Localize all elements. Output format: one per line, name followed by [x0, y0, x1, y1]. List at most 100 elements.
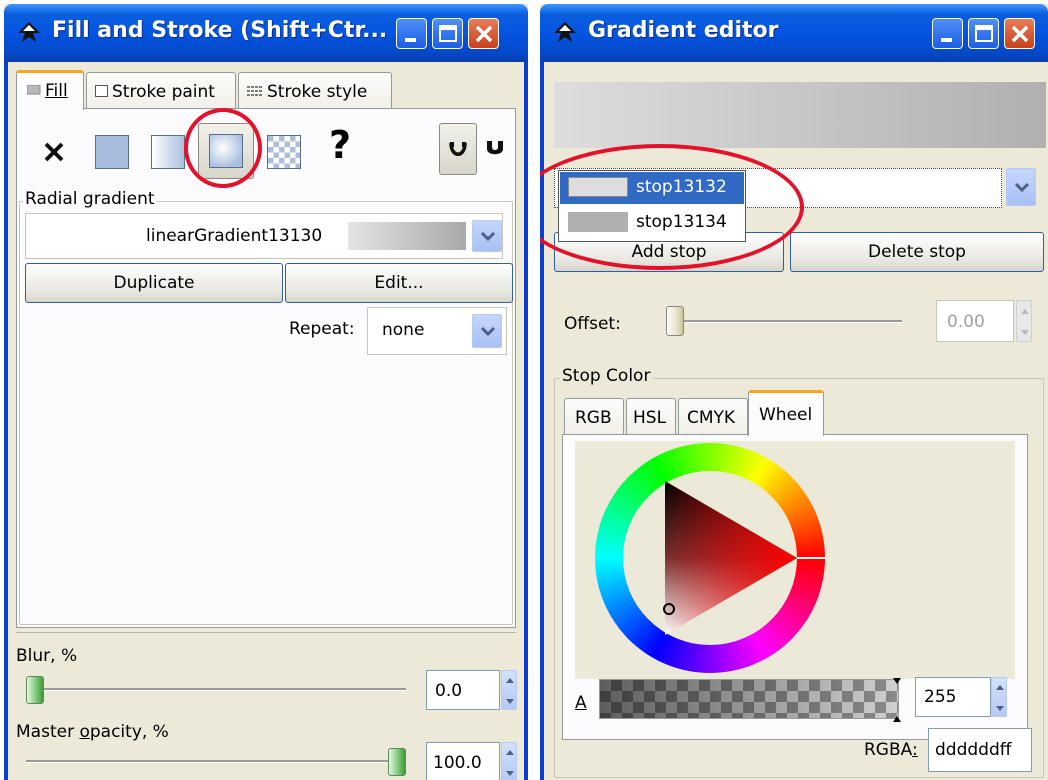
- chevron-down-icon: [1014, 182, 1030, 193]
- stop-name: stop13132: [636, 177, 727, 197]
- pattern-button[interactable]: [267, 135, 301, 169]
- spin-arrows-icon: [506, 750, 514, 776]
- offset-slider-thumb[interactable]: [666, 306, 684, 336]
- alpha-input[interactable]: 255: [915, 677, 991, 717]
- wheel-panel: A 255: [562, 434, 1028, 740]
- gradient-preview: [348, 222, 466, 250]
- alpha-label: A: [575, 693, 587, 713]
- tab-hsl[interactable]: HSL: [626, 398, 676, 436]
- tab-cmyk[interactable]: CMYK: [678, 398, 748, 436]
- minimize-button[interactable]: [396, 18, 427, 49]
- opacity-slider-thumb[interactable]: [388, 748, 406, 776]
- stop-item-13134[interactable]: stop13134: [560, 206, 744, 240]
- duplicate-label: Duplicate: [113, 273, 195, 293]
- stroke-style-tab-icon: [247, 86, 263, 96]
- linear-gradient-button[interactable]: [151, 135, 185, 169]
- color-triangle[interactable]: [595, 443, 825, 673]
- fill-tab-icon: [27, 85, 41, 95]
- maximize-icon: [439, 25, 457, 42]
- stop-dropdown-button[interactable]: [1006, 168, 1036, 206]
- opacity-input[interactable]: 100.0: [426, 742, 500, 780]
- blur-value: 0.0: [435, 681, 463, 701]
- stop-color-swatch: [568, 177, 628, 197]
- alpha-slider[interactable]: [599, 678, 901, 722]
- close-button[interactable]: [1004, 18, 1035, 49]
- offset-spinner: [1016, 300, 1032, 342]
- stop-item-13132[interactable]: stop13132: [560, 172, 744, 204]
- minimize-button[interactable]: [932, 18, 963, 49]
- frame-left: [4, 62, 8, 780]
- fill-rule-nonzero-icon[interactable]: [485, 139, 505, 159]
- delete-stop-label: Delete stop: [868, 242, 966, 262]
- repeat-label: Repeat:: [289, 319, 355, 339]
- tab-stroke-paint-label: Stroke paint: [112, 82, 215, 102]
- tab-wheel-label: Wheel: [759, 405, 813, 425]
- separator: [16, 632, 516, 633]
- gradient-select[interactable]: linearGradient13130: [25, 213, 503, 259]
- tab-stroke-style-label: Stroke style: [267, 82, 368, 102]
- tab-hsl-label: HSL: [633, 408, 667, 428]
- tab-stroke-style[interactable]: Stroke style: [238, 72, 392, 110]
- close-button[interactable]: [468, 18, 499, 49]
- gradient-editor-title: Gradient editor: [588, 18, 779, 43]
- minimize-icon: [941, 38, 952, 42]
- offset-input: 0.00: [936, 300, 1014, 342]
- spin-arrows-icon: [506, 678, 514, 704]
- fill-stroke-window: Fill and Stroke (Shift+Ctr... Fill Strok…: [4, 4, 528, 780]
- offset-label: Offset:: [564, 314, 621, 334]
- radial-gradient-button[interactable]: [198, 123, 254, 179]
- alpha-thumb-icon: [893, 678, 901, 722]
- gradient-editor-titlebar[interactable]: Gradient editor: [540, 4, 1048, 62]
- chevron-down-icon: [480, 231, 496, 242]
- alpha-spinner[interactable]: [991, 677, 1007, 717]
- gradient-preview-bar: [554, 82, 1046, 148]
- tab-stroke-paint[interactable]: Stroke paint: [86, 72, 236, 110]
- gradient-dropdown-button[interactable]: [472, 220, 502, 252]
- fill-rule-evenodd-button[interactable]: [439, 123, 477, 175]
- delete-stop-button[interactable]: Delete stop: [790, 232, 1044, 272]
- opacity-slider[interactable]: [26, 748, 406, 776]
- stop-dropdown-list: stop13132 stop13134: [558, 170, 746, 242]
- maximize-button[interactable]: [968, 18, 999, 49]
- edit-button[interactable]: Edit...: [285, 263, 513, 303]
- close-icon: [1011, 25, 1029, 43]
- opacity-value: 100.0: [433, 753, 482, 773]
- inkscape-icon: [18, 22, 40, 42]
- fill-stroke-titlebar[interactable]: Fill and Stroke (Shift+Ctr...: [4, 4, 528, 62]
- tab-fill[interactable]: Fill: [16, 70, 84, 110]
- opacity-slider-track: [26, 760, 406, 763]
- inkscape-icon: [554, 22, 576, 42]
- tab-wheel[interactable]: Wheel: [748, 390, 824, 436]
- tab-fill-label: Fill: [45, 81, 68, 101]
- tab-rgb[interactable]: RGB: [564, 398, 624, 436]
- spin-arrows-icon: [1021, 309, 1029, 335]
- duplicate-button[interactable]: Duplicate: [25, 263, 283, 303]
- evenodd-icon: [449, 142, 467, 156]
- blur-slider-thumb[interactable]: [26, 676, 44, 704]
- stop-color-swatch: [568, 212, 628, 232]
- offset-slider-track: [666, 320, 902, 323]
- maximize-button[interactable]: [432, 18, 463, 49]
- tab-rgb-label: RGB: [575, 408, 612, 428]
- gradient-editor-window: Gradient editor Add stop Delete stop sto…: [540, 4, 1048, 780]
- tab-cmyk-label: CMYK: [687, 408, 736, 428]
- radial-gradient-heading: Radial gradient: [23, 189, 157, 209]
- unset-button[interactable]: ?: [329, 123, 351, 167]
- blur-slider[interactable]: [26, 676, 406, 704]
- no-paint-icon[interactable]: [43, 141, 65, 163]
- flat-color-button[interactable]: [95, 135, 129, 169]
- blur-input[interactable]: 0.0: [426, 670, 500, 710]
- opacity-spinner[interactable]: [501, 742, 517, 780]
- offset-slider[interactable]: [666, 306, 902, 336]
- rgba-value: ddddddff: [935, 740, 1012, 760]
- repeat-dropdown-button[interactable]: [472, 314, 502, 348]
- alpha-value: 255: [924, 687, 957, 707]
- repeat-select[interactable]: none: [367, 307, 507, 355]
- frame-right: [524, 62, 528, 780]
- rgba-input[interactable]: ddddddff: [928, 728, 1032, 772]
- blur-spinner[interactable]: [501, 670, 517, 710]
- fill-stroke-title: Fill and Stroke (Shift+Ctr...: [52, 18, 388, 43]
- rgba-label: RGBA:: [864, 740, 918, 760]
- close-icon: [475, 25, 493, 43]
- opacity-label: Master opacity, %: [16, 722, 169, 742]
